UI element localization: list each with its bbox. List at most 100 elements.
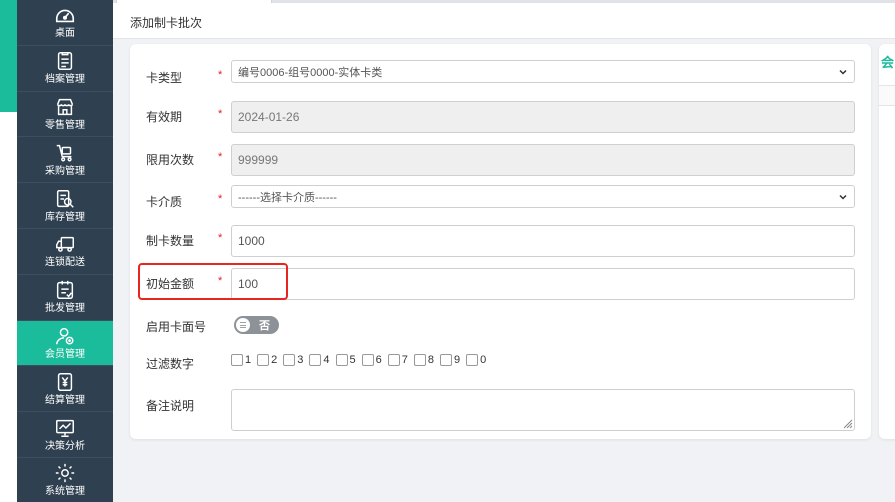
checkbox-label: 7 [401, 354, 408, 366]
card-type-select[interactable]: 编号0006-组号0000-实体卡类 [231, 60, 855, 83]
sidebar: 桌面 档案管理 零售管理 采购管理 库存管理 连锁配送 批发管理 会员管理 结算… [17, 0, 113, 502]
digit-checkbox-9[interactable]: 9 [440, 354, 460, 366]
sidebar-item-inventory[interactable]: 库存管理 [17, 183, 113, 229]
checkbox-label: 9 [454, 354, 461, 366]
digit-checkbox-4[interactable]: 4 [309, 354, 330, 366]
use-limit-value: 999999 [238, 153, 279, 167]
card-count-input[interactable]: 1000 [231, 225, 855, 257]
toggle-knob-icon [236, 318, 250, 332]
right-panel: 会 [879, 44, 895, 439]
sidebar-item-label: 档案管理 [45, 74, 85, 86]
accent-strip [0, 0, 17, 112]
required-mark: * [218, 151, 223, 163]
digit-checkbox-5[interactable]: 5 [335, 354, 356, 366]
truck-icon [54, 233, 76, 255]
digit-checkbox-6[interactable]: 6 [361, 354, 382, 366]
checkbox-label: 0 [480, 354, 487, 366]
card-type-value: 编号0006-组号0000-实体卡类 [238, 66, 383, 79]
required-mark: * [218, 232, 223, 244]
settlement-icon [54, 371, 76, 393]
checkbox-icon [231, 354, 243, 366]
enable-card-number-label: 启用卡面号 [146, 320, 207, 334]
digit-checkbox-0[interactable]: 0 [466, 354, 486, 366]
initial-amount-value: 100 [238, 277, 259, 291]
use-limit-field[interactable]: 999999 [231, 144, 855, 176]
checkbox-icon [387, 354, 400, 366]
filter-digits-group: 1 2 3 4 5 6 7 8 9 0 [231, 354, 492, 366]
initial-amount-label: 初始金额 [146, 277, 195, 291]
card-type-label: 卡类型 [146, 71, 183, 85]
checkbox-label: 8 [427, 354, 434, 366]
sidebar-item-member[interactable]: 会员管理 [17, 320, 113, 367]
form-card: 卡类型 * 编号0006-组号0000-实体卡类 有效期 * 2024-01-2… [130, 44, 871, 439]
required-mark: * [218, 193, 223, 205]
sidebar-item-label: 会员管理 [45, 348, 85, 360]
checkbox-label: 3 [297, 354, 304, 366]
card-count-value: 1000 [238, 234, 265, 248]
sidebar-item-label: 库存管理 [45, 211, 85, 223]
right-panel-title: 会 [881, 55, 895, 70]
checkbox-icon [413, 354, 426, 366]
chevron-down-icon [839, 69, 847, 75]
checkbox-icon [283, 354, 296, 366]
sidebar-item-system[interactable]: 系统管理 [17, 458, 113, 502]
remark-label: 备注说明 [146, 399, 195, 413]
sidebar-item-label: 采购管理 [45, 165, 85, 177]
checkbox-label: 4 [323, 354, 330, 366]
filter-digits-label: 过滤数字 [146, 357, 195, 371]
dashboard-icon [54, 4, 76, 26]
sidebar-item-label: 零售管理 [45, 119, 85, 131]
store-icon [54, 96, 76, 118]
remark-textarea[interactable] [231, 389, 855, 431]
checkbox-icon [309, 354, 322, 366]
wholesale-icon [54, 279, 76, 301]
digit-checkbox-8[interactable]: 8 [413, 354, 434, 366]
analytics-icon [54, 417, 76, 439]
digit-checkbox-1[interactable]: 1 [231, 354, 251, 366]
required-mark: * [218, 108, 223, 120]
cart-icon [54, 142, 76, 164]
sidebar-item-settlement[interactable]: 结算管理 [17, 366, 113, 413]
card-medium-select[interactable]: ------选择卡介质------ [231, 185, 855, 208]
enable-card-number-toggle[interactable]: 否 [234, 316, 279, 334]
sidebar-item-label: 决策分析 [45, 440, 85, 452]
initial-amount-input[interactable]: 100 [231, 268, 855, 300]
checkbox-icon [466, 354, 479, 366]
digit-checkbox-7[interactable]: 7 [387, 354, 408, 366]
inventory-icon [54, 188, 76, 210]
sidebar-item-distribution[interactable]: 连锁配送 [17, 229, 113, 275]
use-limit-label: 限用次数 [146, 153, 195, 167]
checkbox-icon [440, 354, 452, 366]
chevron-down-icon [839, 194, 847, 200]
validity-field[interactable]: 2024-01-26 [231, 101, 855, 133]
card-medium-label: 卡介质 [146, 195, 183, 209]
toggle-label: 否 [259, 320, 270, 332]
card-medium-value: ------选择卡介质------ [238, 191, 337, 204]
sidebar-item-retail[interactable]: 零售管理 [17, 92, 113, 138]
sidebar-item-archive[interactable]: 档案管理 [17, 46, 113, 92]
sidebar-item-wholesale[interactable]: 批发管理 [17, 275, 113, 321]
sidebar-item-purchase[interactable]: 采购管理 [17, 137, 113, 184]
sidebar-item-analytics[interactable]: 决策分析 [17, 412, 113, 458]
right-panel-header-row [879, 85, 895, 106]
page-header: 添加制卡批次 [113, 3, 895, 39]
member-icon [54, 325, 76, 347]
required-mark: * [218, 69, 223, 81]
digit-checkbox-2[interactable]: 2 [257, 354, 277, 366]
archive-icon [54, 50, 76, 72]
sidebar-item-desktop[interactable]: 桌面 [17, 0, 113, 46]
checkbox-label: 6 [375, 354, 382, 366]
sidebar-item-label: 结算管理 [45, 394, 85, 406]
validity-value: 2024-01-26 [238, 110, 300, 124]
page-title: 添加制卡批次 [130, 16, 203, 30]
digit-checkbox-3[interactable]: 3 [283, 354, 303, 366]
sidebar-item-label: 批发管理 [45, 303, 85, 315]
checkbox-icon [335, 354, 348, 366]
checkbox-label: 1 [245, 354, 252, 366]
gear-icon [54, 462, 76, 484]
checkbox-icon [257, 354, 270, 366]
resize-handle-icon[interactable] [841, 417, 853, 429]
card-count-label: 制卡数量 [146, 234, 195, 248]
sidebar-item-label: 桌面 [55, 28, 75, 40]
main-area: 添加制卡批次 卡类型 * 编号0006-组号0000-实体卡类 有效期 * 20… [113, 0, 895, 502]
